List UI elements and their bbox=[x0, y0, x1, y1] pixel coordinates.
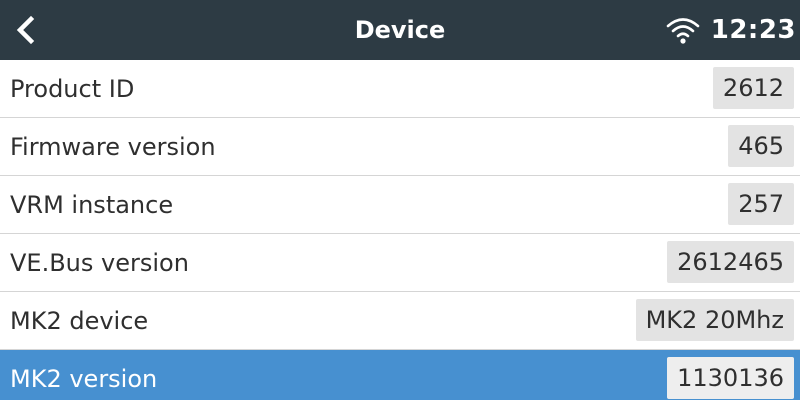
chevron-left-icon bbox=[16, 15, 35, 45]
header-bar: Device 12:23 bbox=[0, 0, 800, 60]
list-item-label: MK2 device bbox=[10, 307, 149, 335]
list-item-label: VRM instance bbox=[10, 191, 174, 219]
list-item-firmware-version[interactable]: Firmware version 465 bbox=[0, 118, 800, 176]
list-item-label: Product ID bbox=[10, 75, 135, 103]
list-item-vebus-version[interactable]: VE.Bus version 2612465 bbox=[0, 234, 800, 292]
device-screen: Device 12:23 Product ID 2612 Firmware ve… bbox=[0, 0, 800, 400]
list-item-vrm-instance[interactable]: VRM instance 257 bbox=[0, 176, 800, 234]
list-item-label: Firmware version bbox=[10, 133, 216, 161]
list-item-mk2-device[interactable]: MK2 device MK2 20Mhz bbox=[0, 292, 800, 350]
list-item-label: VE.Bus version bbox=[10, 249, 189, 277]
list-item-value: 465 bbox=[728, 125, 794, 167]
back-button[interactable] bbox=[6, 10, 46, 50]
list-item-value: 2612465 bbox=[667, 241, 794, 283]
list-item-mk2-version[interactable]: MK2 version 1130136 bbox=[0, 350, 800, 400]
status-area: 12:23 bbox=[665, 0, 796, 60]
settings-list: Product ID 2612 Firmware version 465 VRM… bbox=[0, 60, 800, 400]
list-item-label: MK2 version bbox=[10, 365, 158, 393]
list-item-value: 1130136 bbox=[667, 357, 794, 399]
wifi-icon bbox=[666, 18, 700, 44]
list-item-value: MK2 20Mhz bbox=[635, 299, 794, 341]
list-item-value: 2612 bbox=[712, 67, 794, 109]
list-item-value: 257 bbox=[728, 183, 794, 225]
clock: 12:23 bbox=[710, 15, 796, 45]
list-item-product-id[interactable]: Product ID 2612 bbox=[0, 60, 800, 118]
